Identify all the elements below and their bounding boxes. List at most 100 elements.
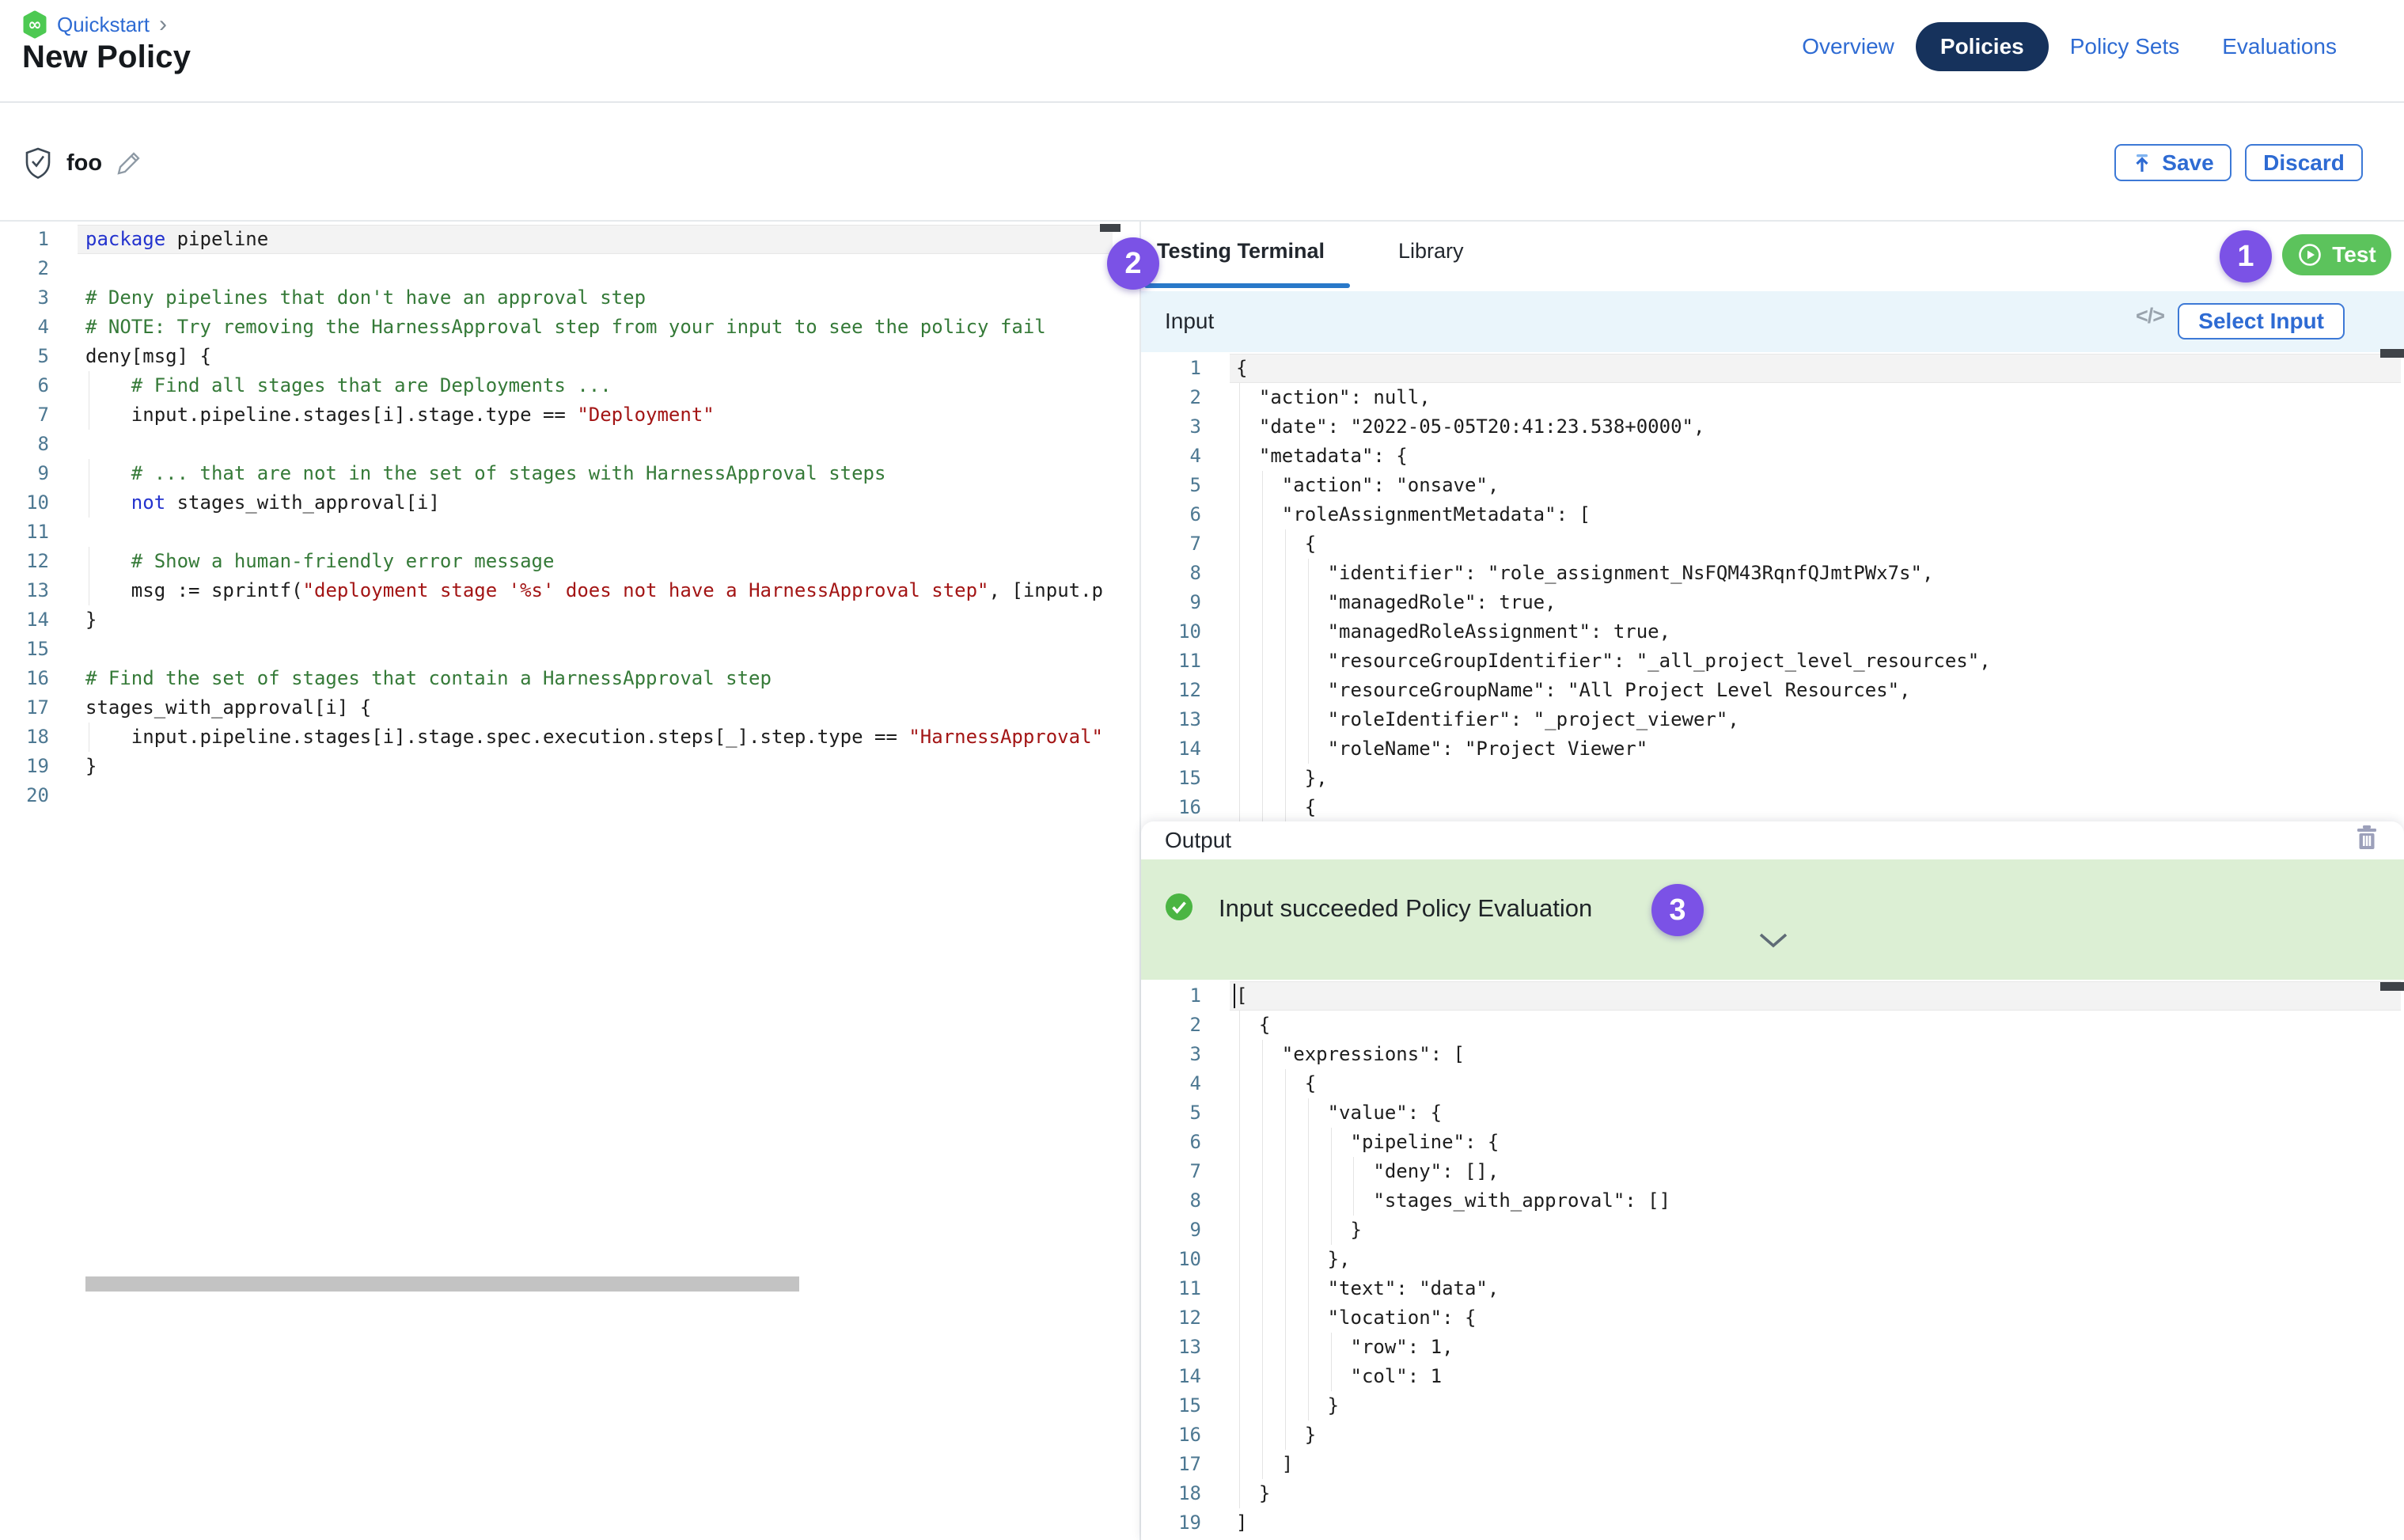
line-number: 5 [1141,1098,1201,1128]
evaluation-success-banner: Input succeeded Policy Evaluation [1141,859,2404,980]
line-number: 6 [0,371,49,400]
line-number: 14 [1141,734,1201,764]
output-code-editor[interactable]: 1[2 {3 "expressions": [4 {5 "value": {6 … [1141,980,2404,1538]
code-line-8: 8 [0,430,1139,459]
code-line-7: 7 "deny": [], [1141,1157,2404,1186]
annotation-step-2: 2 [1107,237,1159,290]
horizontal-scrollbar[interactable] [85,1276,799,1292]
select-input-label: Select Input [2198,309,2324,334]
line-number: 12 [1141,1303,1201,1333]
line-number: 15 [1141,764,1201,793]
code-line-16: 16# Find the set of stages that contain … [0,664,1139,693]
code-line-17: 17stages_with_approval[i] { [0,693,1139,723]
code-line-8: 8 "identifier": "role_assignment_NsFQM43… [1141,559,2404,588]
code-line-11: 11 "resourceGroupIdentifier": "_all_proj… [1141,647,2404,676]
discard-button-label: Discard [2263,150,2345,176]
nav-evaluations[interactable]: Evaluations [2201,22,2358,71]
code-line-10: 10 }, [1141,1245,2404,1274]
line-number: 2 [1141,1011,1201,1040]
code-line-9: 9 # ... that are not in the set of stage… [0,459,1139,488]
code-line-14: 14} [0,605,1139,635]
code-line-17: 17 ] [1141,1450,2404,1479]
line-number: 5 [0,342,49,371]
line-number: 17 [0,693,49,723]
line-number: 10 [0,488,49,518]
code-line-7: 7 { [1141,529,2404,559]
line-number: 17 [1141,1450,1201,1479]
line-number: 20 [0,781,49,810]
code-line-13: 13 "row": 1, [1141,1333,2404,1362]
active-tab-underline [1144,283,1350,288]
harness-logo-icon: ∞ [22,10,47,39]
code-line-4: 4# NOTE: Try removing the HarnessApprova… [0,313,1139,342]
test-button[interactable]: Test [2282,234,2391,275]
annotation-step-3: 3 [1651,884,1704,936]
input-title: Input [1165,309,1214,334]
code-line-1: 1{ [1141,354,2404,383]
line-number: 13 [1141,1333,1201,1362]
code-line-2: 2 [0,254,1139,283]
edit-pencil-icon[interactable] [116,150,142,176]
code-line-5: 5 "action": "onsave", [1141,471,2404,500]
policy-shield-icon [24,146,52,180]
line-number: 3 [1141,1040,1201,1069]
input-code-editor[interactable]: 1{2 "action": null,3 "date": "2022-05-05… [1141,352,2404,821]
line-number: 7 [1141,1157,1201,1186]
annotation-step-1: 1 [2220,230,2272,283]
discard-button[interactable]: Discard [2245,144,2363,181]
policy-code-editor[interactable]: 1package pipeline23# Deny pipelines that… [0,222,1139,1540]
line-number: 1 [1141,354,1201,383]
nav-policy-sets[interactable]: Policy Sets [2049,22,2201,71]
code-line-12: 12 "resourceGroupName": "All Project Lev… [1141,676,2404,705]
breadcrumb-link-quickstart[interactable]: Quickstart [57,13,150,37]
code-line-12: 12 "location": { [1141,1303,2404,1333]
nav-overview[interactable]: Overview [1780,22,1916,71]
testing-terminal-panel: Testing Terminal Library Test Input </> … [1141,222,2404,1540]
line-number: 6 [1141,1128,1201,1157]
code-line-18: 18 } [1141,1479,2404,1508]
code-line-11: 11 "text": "data", [1141,1274,2404,1303]
line-number: 1 [1141,981,1201,1011]
code-line-15: 15 } [1141,1391,2404,1421]
code-line-6: 6 "pipeline": { [1141,1128,2404,1157]
line-number: 10 [1141,617,1201,647]
select-input-button[interactable]: Select Input [2178,303,2345,339]
code-line-4: 4 { [1141,1069,2404,1098]
input-scrollbar-thumb[interactable] [2380,349,2404,358]
editor-scrollbar-thumb[interactable] [1100,224,1120,232]
code-line-10: 10 "managedRoleAssignment": true, [1141,617,2404,647]
code-view-icon[interactable]: </> [2136,304,2164,328]
line-number: 1 [0,225,49,254]
line-number: 16 [1141,793,1201,821]
line-number: 9 [0,459,49,488]
tab-library[interactable]: Library [1398,239,1464,264]
code-line-1: 1[ [1141,981,2404,1011]
line-number: 3 [0,283,49,313]
nav-policies[interactable]: Policies [1916,22,2049,71]
tab-testing-terminal[interactable]: Testing Terminal [1157,239,1325,264]
success-check-icon [1165,893,1193,921]
save-button[interactable]: Save [2114,144,2231,181]
line-number: 4 [0,313,49,342]
code-line-10: 10 not stages_with_approval[i] [0,488,1139,518]
line-number: 6 [1141,500,1201,529]
line-number: 16 [0,664,49,693]
line-number: 7 [0,400,49,430]
code-line-20: 20 [0,781,1139,810]
line-number: 12 [1141,676,1201,705]
line-number: 9 [1141,1216,1201,1245]
text-cursor [1234,984,1235,1008]
expand-chevron-down-icon[interactable] [1758,932,1788,950]
output-scrollbar-thumb[interactable] [2380,982,2404,991]
line-number: 9 [1141,588,1201,617]
line-number: 16 [1141,1421,1201,1450]
clear-output-trash-icon[interactable] [2357,825,2377,850]
svg-text:∞: ∞ [28,15,42,34]
app-window: ∞ Quickstart › New Policy Overview Polic… [0,0,2404,1540]
code-line-15: 15 [0,635,1139,664]
line-number: 18 [1141,1479,1201,1508]
page-title: New Policy [22,40,191,75]
top-nav: Overview Policies Policy Sets Evaluation… [1780,22,2358,71]
code-line-2: 2 { [1141,1011,2404,1040]
line-number: 11 [1141,1274,1201,1303]
